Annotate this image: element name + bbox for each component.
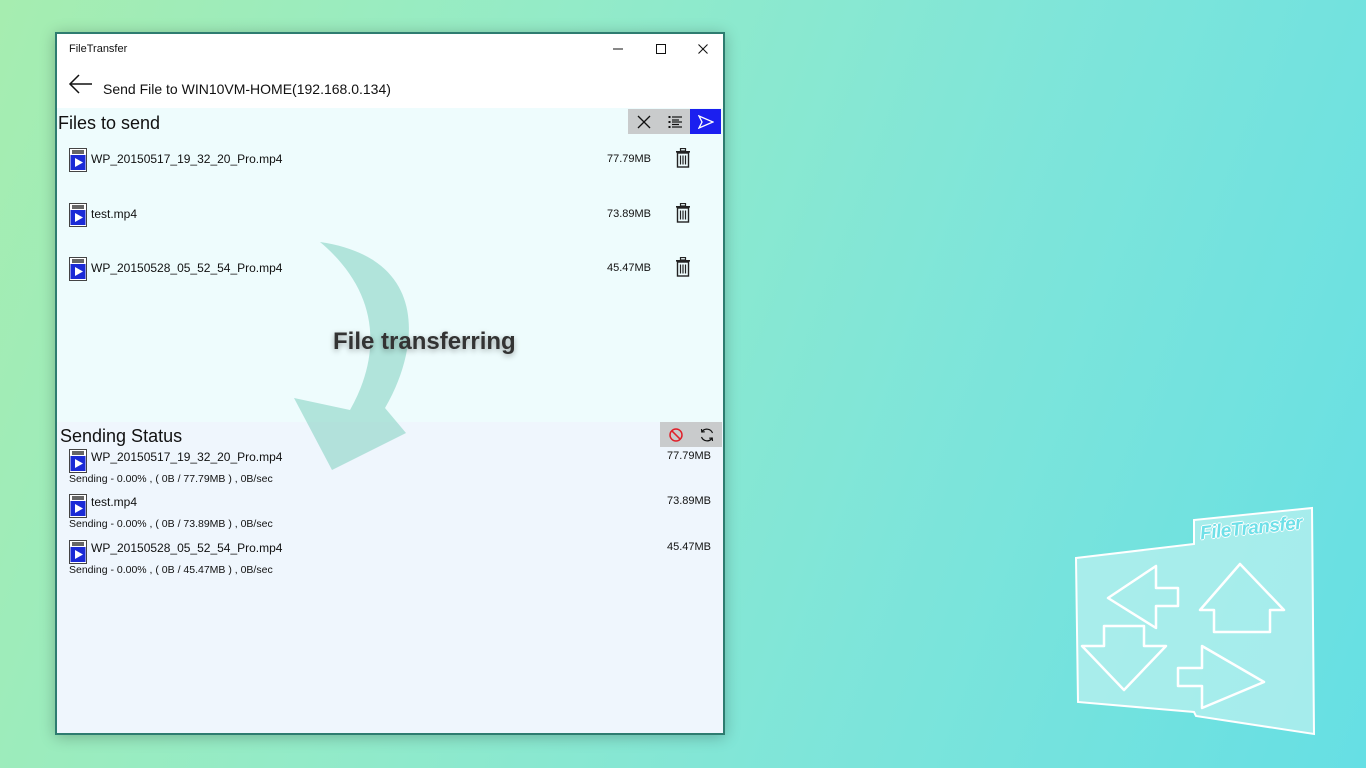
files-to-send-panel: Files to send WP_20150517_19_32_20_Pro.m… — [57, 108, 723, 422]
status-list-item[interactable]: test.mp4 73.89MB Sending - 0.00% , ( 0B … — [69, 494, 711, 538]
title-bar: FileTransfer — [57, 34, 723, 64]
video-file-icon — [69, 148, 87, 172]
select-list-icon — [668, 115, 682, 128]
send-icon — [697, 114, 714, 129]
select-list-button[interactable] — [659, 109, 690, 134]
files-to-send-title: Files to send — [58, 113, 161, 133]
file-size: 45.47MB — [606, 262, 651, 274]
refresh-icon — [700, 428, 713, 441]
video-file-icon — [69, 203, 87, 227]
filetransfer-logo — [1074, 506, 1316, 736]
status-file-name: WP_20150528_05_52_54_Pro.mp4 — [91, 541, 283, 555]
close-icon — [698, 44, 708, 54]
trash-icon[interactable] — [675, 203, 691, 223]
trash-icon[interactable] — [675, 257, 691, 277]
page-header: Send File to WIN10VM-HOME(192.168.0.134) — [57, 64, 723, 108]
file-list-item[interactable]: test.mp4 73.89MB — [69, 203, 709, 233]
status-file-name: test.mp4 — [91, 495, 138, 509]
video-file-icon — [69, 449, 87, 473]
maximize-button[interactable] — [640, 34, 682, 64]
maximize-icon — [656, 44, 666, 54]
minimize-button[interactable] — [597, 34, 639, 64]
status-toolbar — [660, 422, 722, 447]
status-file-size: 45.47MB — [666, 541, 711, 553]
sending-status-title: Sending Status — [60, 426, 183, 446]
status-file-size: 77.79MB — [666, 450, 711, 462]
status-progress-text: Sending - 0.00% , ( 0B / 73.89MB ) , 0B/… — [69, 518, 273, 530]
send-button[interactable] — [690, 109, 721, 134]
status-progress-text: Sending - 0.00% , ( 0B / 45.47MB ) , 0B/… — [69, 564, 273, 576]
file-name: WP_20150528_05_52_54_Pro.mp4 — [91, 261, 283, 275]
file-list-item[interactable]: WP_20150528_05_52_54_Pro.mp4 45.47MB — [69, 257, 709, 287]
file-name: WP_20150517_19_32_20_Pro.mp4 — [91, 152, 283, 166]
page-title: Send File to WIN10VM-HOME(192.168.0.134) — [103, 81, 391, 97]
overlay-caption: File transferring — [333, 328, 516, 355]
sending-status-panel: Sending Status WP_20150517_19_32_20_Pro.… — [57, 422, 723, 733]
status-list-item[interactable]: WP_20150528_05_52_54_Pro.mp4 45.47MB Sen… — [69, 540, 711, 584]
clear-icon — [637, 115, 650, 128]
close-button[interactable] — [682, 34, 724, 64]
video-file-icon — [69, 494, 87, 518]
status-file-name: WP_20150517_19_32_20_Pro.mp4 — [91, 450, 283, 464]
back-button[interactable] — [67, 70, 95, 98]
file-size: 77.79MB — [606, 153, 651, 165]
status-list-item[interactable]: WP_20150517_19_32_20_Pro.mp4 77.79MB Sen… — [69, 449, 711, 493]
trash-icon[interactable] — [675, 148, 691, 168]
file-size: 73.89MB — [606, 208, 651, 220]
status-progress-text: Sending - 0.00% , ( 0B / 77.79MB ) , 0B/… — [69, 473, 273, 485]
clear-all-button[interactable] — [628, 109, 659, 134]
files-toolbar — [628, 109, 721, 134]
file-list-item[interactable]: WP_20150517_19_32_20_Pro.mp4 77.79MB — [69, 148, 709, 178]
app-title: FileTransfer — [69, 43, 128, 55]
app-window: FileTransfer Send File to WIN10VM-HOME(1… — [55, 32, 725, 735]
video-file-icon — [69, 540, 87, 564]
cancel-icon — [668, 427, 683, 442]
file-name: test.mp4 — [91, 207, 138, 221]
back-arrow-icon — [68, 74, 92, 94]
cancel-sending-button[interactable] — [660, 422, 691, 447]
video-file-icon — [69, 257, 87, 281]
refresh-button[interactable] — [691, 422, 722, 447]
minimize-icon — [613, 48, 623, 50]
status-file-size: 73.89MB — [666, 495, 711, 507]
